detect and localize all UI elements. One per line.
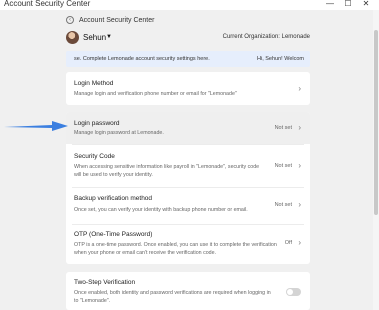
backup-verification-row[interactable]: Backup verification method Once set, you…: [66, 188, 310, 224]
page-title: Account Security Center: [79, 16, 155, 24]
backup-verification-description: Once set, you can verify your identity w…: [74, 207, 248, 213]
security-code-row[interactable]: Security Code When accessing sensitive i…: [66, 145, 310, 187]
two-step-description: Once enabled, both identity and password…: [74, 290, 271, 304]
backup-verification-status: Not set: [274, 202, 292, 208]
maximize-button[interactable]: ☐: [341, 0, 355, 9]
caret-down-icon[interactable]: ▼: [106, 34, 112, 40]
close-button[interactable]: ✕: [359, 0, 373, 9]
otp-description: OTP is a one-time password. Once enabled…: [74, 242, 277, 256]
otp-status: Off: [284, 240, 292, 246]
back-icon[interactable]: ‹: [66, 16, 74, 24]
user-name-dropdown[interactable]: Sehun: [83, 33, 106, 42]
chevron-right-icon: ›: [298, 161, 301, 170]
chevron-right-icon: ›: [298, 123, 301, 132]
user-row: Sehun ▼ Current Organization: Lemonade: [66, 30, 310, 46]
security-code-description: When accessing sensitive information lik…: [74, 164, 260, 178]
two-step-toggle[interactable]: [286, 288, 301, 296]
minimize-button[interactable]: —: [323, 0, 337, 9]
banner-scrolling-text: se. Complete Lemonade account security s…: [74, 56, 210, 62]
login-password-row[interactable]: Login password Manage login password at …: [66, 112, 310, 144]
login-password-description: Manage login password at Lemonade.: [74, 130, 164, 136]
toggle-knob: [287, 289, 293, 295]
chevron-right-icon: ›: [298, 238, 301, 247]
avatar: [66, 31, 79, 44]
title-bar: Account Security Center — ☐ ✕: [0, 0, 379, 10]
login-method-title: Login Method: [74, 80, 114, 87]
security-code-status: Not set: [274, 163, 292, 169]
two-step-card: Two-Step Verification Once enabled, both…: [66, 272, 310, 310]
window-title: Account Security Center: [4, 0, 91, 8]
info-banner: se. Complete Lemonade account security s…: [66, 51, 310, 67]
pointer-arrow-icon: [4, 121, 68, 131]
chevron-right-icon: ›: [298, 84, 301, 93]
scrollbar[interactable]: [373, 10, 379, 310]
login-method-row[interactable]: Login Method Manage login and verificati…: [66, 72, 310, 105]
login-password-status: Not set: [274, 125, 292, 131]
scrollbar-thumb[interactable]: [374, 30, 378, 215]
login-method-card: Login Method Manage login and verificati…: [66, 72, 310, 105]
otp-title: OTP (One-Time Password): [74, 231, 153, 238]
page-header: ‹ Account Security Center: [66, 16, 154, 24]
chevron-right-icon: ›: [298, 200, 301, 209]
security-code-title: Security Code: [74, 153, 115, 160]
two-step-row: Two-Step Verification Once enabled, both…: [66, 272, 310, 310]
login-method-description: Manage login and verification phone numb…: [74, 91, 237, 97]
two-step-title: Two-Step Verification: [74, 279, 136, 286]
banner-greeting: Hi, Sehun! Welcom: [257, 56, 304, 62]
otp-row[interactable]: OTP (One-Time Password) OTP is a one-tim…: [66, 225, 310, 264]
security-settings-card: Login password Manage login password at …: [66, 112, 310, 264]
current-organization: Current Organization: Lemonade: [222, 34, 310, 40]
backup-verification-title: Backup verification method: [74, 195, 153, 202]
login-password-title: Login password: [74, 120, 120, 127]
